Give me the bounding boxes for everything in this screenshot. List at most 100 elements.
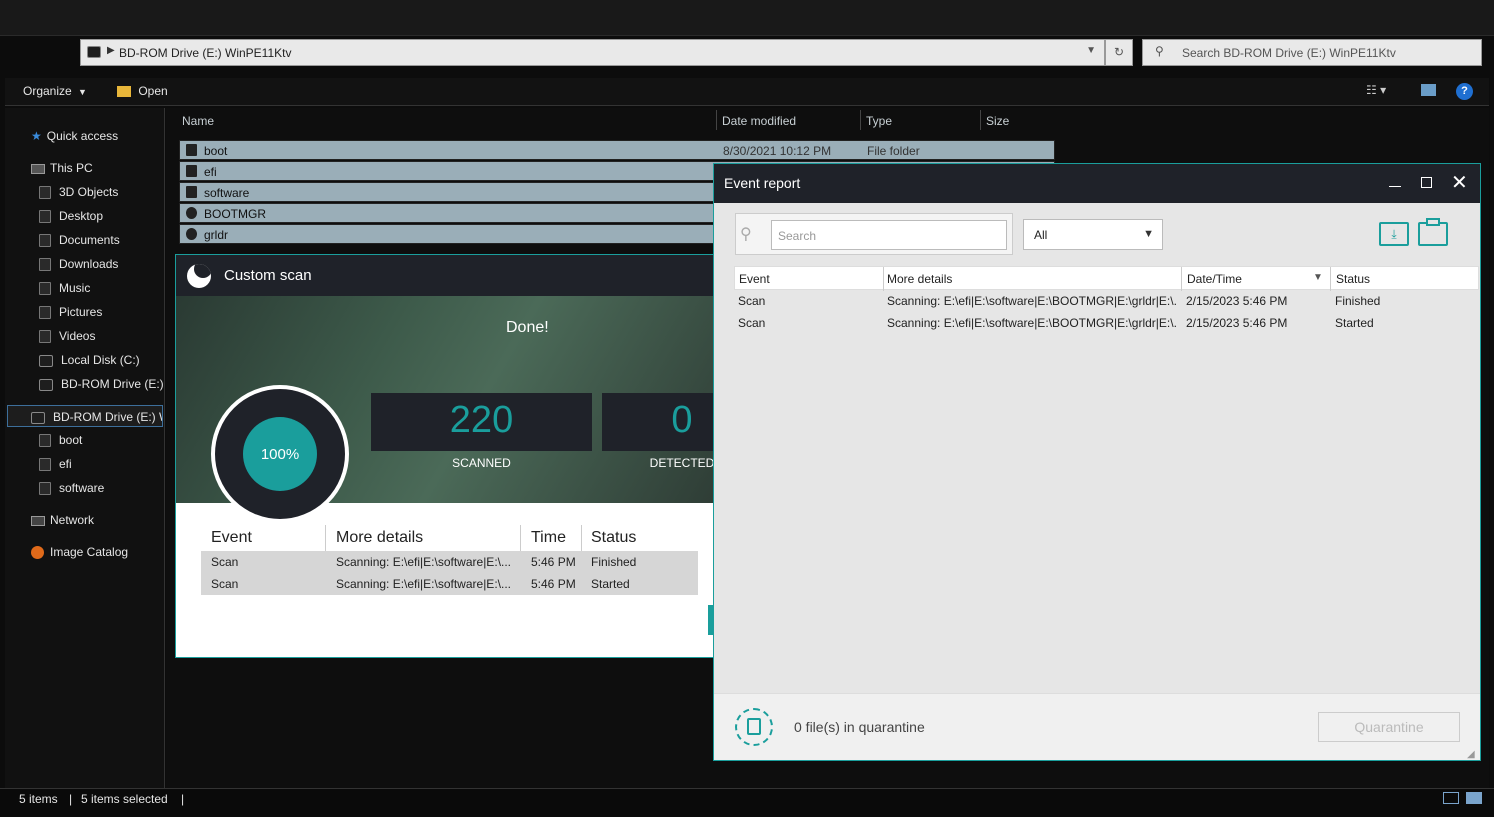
nav-documents[interactable]: Documents (39, 229, 120, 251)
large-icons-view-icon[interactable] (1466, 792, 1482, 804)
column-date-header[interactable]: Date modified (722, 114, 796, 128)
file-icon (186, 228, 197, 240)
column-size-header[interactable]: Size (986, 114, 1009, 128)
nav-software[interactable]: software (39, 477, 104, 499)
scan-table-row[interactable]: Scan Scanning: E:\efi|E:\software|E:\...… (201, 551, 698, 573)
address-text: BD-ROM Drive (E:) WinPE11Ktv (119, 46, 292, 60)
nav-label: This PC (50, 161, 93, 175)
col-details: More details (336, 529, 424, 546)
maximize-icon[interactable] (1421, 177, 1432, 188)
nav-bd-rom-drive[interactable]: BD-ROM Drive (E:) W (7, 405, 163, 427)
nav-image-catalog[interactable]: Image Catalog (31, 541, 128, 563)
sort-desc-icon[interactable]: ▼ (1313, 272, 1323, 283)
file-row[interactable]: boot 8/30/2021 10:12 PM File folder (179, 140, 1055, 160)
status-item-count: 5 items (19, 792, 58, 806)
row-details: Scanning: E:\efi|E:\software|E:\BOOTMGR|… (887, 294, 1177, 308)
nav-downloads[interactable]: Downloads (39, 253, 118, 275)
nav-local-disk[interactable]: Local Disk (C:) (39, 349, 140, 371)
search-container: ⚲ Search (735, 213, 1013, 255)
preview-pane-icon[interactable] (1421, 84, 1436, 96)
column-divider (860, 110, 861, 130)
nav-efi[interactable]: efi (39, 453, 72, 475)
quarantine-count: 0 file(s) in quarantine (794, 719, 925, 735)
nav-label: efi (59, 457, 72, 471)
nav-label: BD-ROM Drive (E:) \ (61, 377, 171, 391)
nav-3d-objects[interactable]: 3D Objects (39, 181, 118, 203)
chevron-down-icon: ▼ (78, 87, 87, 97)
search-placeholder: Search BD-ROM Drive (E:) WinPE11Ktv (1182, 46, 1396, 60)
address-bar[interactable]: ▶ BD-ROM Drive (E:) WinPE11Ktv ▼ (80, 39, 1105, 66)
status-bar (0, 788, 1494, 817)
col-datetime[interactable]: Date/Time (1187, 272, 1242, 286)
folder-icon (39, 234, 51, 248)
resize-grip-icon[interactable]: ◢ (1467, 749, 1475, 760)
nav-label: Music (59, 281, 91, 295)
nav-videos[interactable]: Videos (39, 325, 95, 347)
row-status: Started (1335, 316, 1374, 330)
column-name-header[interactable]: Name (182, 114, 214, 128)
event-filter-select[interactable]: All ▼ (1023, 219, 1163, 250)
nav-quick-access[interactable]: ★ Quick access (31, 125, 118, 147)
search-icon: ⚲ (740, 226, 752, 243)
status-selected: 5 items selected (81, 792, 168, 806)
nav-boot[interactable]: boot (39, 429, 82, 451)
minimize-icon[interactable] (1389, 186, 1401, 187)
nav-bd-rom-sub[interactable]: BD-ROM Drive (E:) \ (39, 373, 170, 395)
open-folder-icon (117, 86, 131, 98)
row-event: Scan (738, 316, 766, 330)
nav-pictures[interactable]: Pictures (39, 301, 102, 323)
folder-icon (186, 186, 197, 198)
organize-button[interactable]: Organize ▼ (23, 84, 87, 98)
refresh-icon: ↻ (1113, 45, 1125, 59)
col-time: Time (531, 529, 566, 546)
scan-table-row[interactable]: Scan Scanning: E:\efi|E:\software|E:\...… (201, 573, 698, 595)
column-type-header[interactable]: Type (866, 114, 892, 128)
nav-music[interactable]: Music (39, 277, 90, 299)
col-status[interactable]: Status (1336, 272, 1370, 286)
drive-icon (87, 46, 101, 58)
nav-label: Videos (59, 329, 96, 343)
view-options-icon[interactable]: ☷ ▾ (1366, 83, 1386, 97)
event-report-titlebar: Event report ✕ (714, 164, 1480, 203)
event-table-row[interactable]: Scan Scanning: E:\efi|E:\software|E:\BOO… (734, 312, 1479, 334)
custom-scan-window: Custom scan Done! 100% 220 SCANNED 0 DET… (175, 254, 720, 658)
col-status: Status (591, 529, 637, 546)
nav-label: Pictures (59, 305, 103, 319)
open-button[interactable]: Open (117, 84, 168, 98)
nav-label: Desktop (59, 209, 104, 223)
file-name: efi (204, 165, 217, 179)
address-dropdown-icon[interactable]: ▼ (1086, 45, 1096, 56)
scanned-stat-box: 220 (371, 393, 592, 451)
search-icon: ⚲ (1155, 44, 1164, 58)
col-event[interactable]: Event (739, 272, 770, 286)
row-status: Finished (591, 555, 637, 569)
col-details[interactable]: More details (887, 272, 952, 286)
event-table-row[interactable]: Scan Scanning: E:\efi|E:\software|E:\BOO… (734, 290, 1479, 312)
help-icon[interactable]: ? (1456, 83, 1473, 100)
event-search-input[interactable]: Search (771, 220, 1007, 250)
refresh-button[interactable]: ↻ (1105, 39, 1133, 66)
print-icon[interactable] (1418, 218, 1448, 246)
col-event: Event (211, 529, 252, 546)
file-type: File folder (867, 144, 920, 158)
details-view-icon[interactable] (1443, 792, 1459, 804)
folder-icon (39, 186, 51, 200)
export-icon[interactable]: ⤓ (1379, 222, 1409, 246)
close-icon[interactable]: ✕ (1451, 170, 1468, 195)
quarantine-button[interactable]: Quarantine (1318, 712, 1460, 742)
detected-count: 0 (671, 399, 693, 441)
breadcrumb-chevron-icon: ▶ (107, 45, 115, 56)
search-placeholder: Search (778, 229, 817, 243)
nav-label: Downloads (59, 257, 119, 271)
nav-label: BD-ROM Drive (E:) W (53, 410, 163, 424)
nav-network[interactable]: Network (31, 509, 94, 531)
folder-icon (39, 482, 51, 496)
command-bar (5, 78, 1489, 106)
row-status: Started (591, 577, 630, 591)
file-name: boot (204, 144, 228, 158)
scanned-count: 220 (449, 399, 514, 441)
drive-icon (39, 354, 53, 367)
search-box[interactable]: ⚲ Search BD-ROM Drive (E:) WinPE11Ktv (1142, 39, 1482, 66)
nav-desktop[interactable]: Desktop (39, 205, 103, 227)
nav-this-pc[interactable]: This PC (31, 157, 93, 179)
